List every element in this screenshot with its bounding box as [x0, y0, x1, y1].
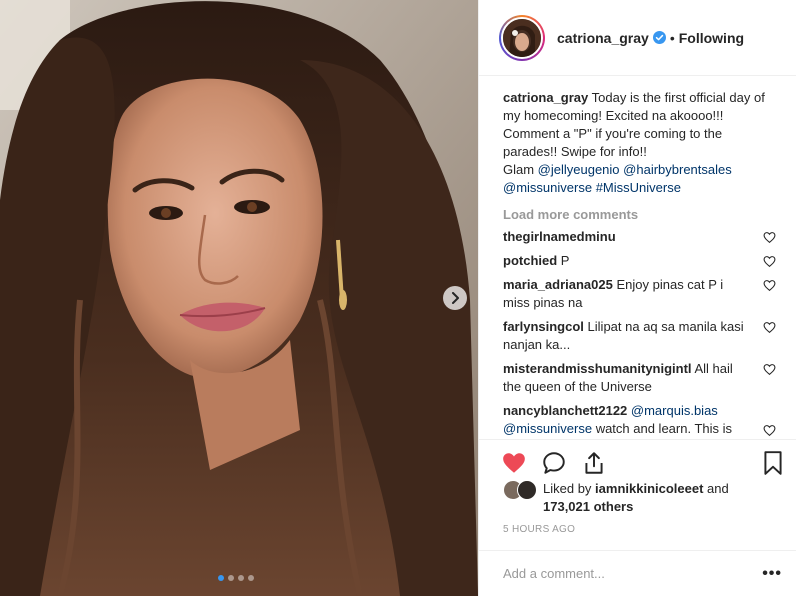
avatar: [517, 480, 537, 500]
post-media[interactable]: [0, 0, 478, 596]
comment-text: watch and learn. This is: [595, 421, 733, 436]
action-bar: [479, 439, 796, 479]
likes-and: and: [703, 481, 729, 496]
bookmark-icon[interactable]: [760, 450, 786, 476]
comment-icon[interactable]: [541, 450, 567, 476]
comment-item: thegirlnamedminu: [503, 228, 776, 246]
post-timestamp[interactable]: 5 HOURS AGO: [503, 524, 575, 535]
liker-username[interactable]: iamnikkinicoleeet: [595, 481, 703, 496]
post-photo: [0, 0, 478, 596]
add-comment-bar: •••: [479, 550, 796, 596]
instagram-post: catriona_gray • Following catriona_gray …: [0, 0, 796, 596]
post-caption: catriona_gray Today is the first officia…: [503, 89, 776, 197]
carousel-dot: [228, 575, 234, 581]
share-icon[interactable]: [581, 450, 607, 476]
comment-item: nancyblanchett2122 @marquis.bias @missun…: [503, 402, 776, 438]
comment-username[interactable]: thegirlnamedminu: [503, 229, 616, 244]
like-comment-heart-icon[interactable]: [763, 363, 776, 376]
like-comment-heart-icon[interactable]: [763, 321, 776, 334]
like-comment-heart-icon[interactable]: [763, 424, 776, 437]
comment-username[interactable]: potchied: [503, 253, 557, 268]
post-header: catriona_gray • Following: [479, 0, 796, 76]
caption-username[interactable]: catriona_gray: [503, 90, 588, 105]
load-more-comments-button[interactable]: Load more comments: [503, 207, 776, 222]
like-comment-heart-icon[interactable]: [763, 231, 776, 244]
mention-link[interactable]: @jellyeugenio: [538, 162, 620, 177]
like-comment-heart-icon[interactable]: [763, 255, 776, 268]
caption-emoji: P: [578, 126, 588, 141]
heart-icon[interactable]: [501, 450, 527, 476]
caption-glam-label: Glam: [503, 162, 538, 177]
following-button[interactable]: Following: [679, 30, 744, 46]
comment-item: misterandmisshumanitynigintl All hail th…: [503, 360, 776, 396]
avatar-image: [503, 18, 541, 57]
liked-by-prefix: Liked by: [543, 481, 596, 496]
liker-avatars[interactable]: [503, 480, 539, 500]
likes-summary: Liked by iamnikkinicoleeet and 173,021 o…: [503, 480, 793, 516]
more-options-button[interactable]: •••: [762, 565, 782, 583]
avatar[interactable]: [499, 14, 545, 61]
next-slide-button[interactable]: [443, 286, 467, 310]
comment-item: potchied P: [503, 252, 776, 270]
carousel-indicator: [218, 575, 254, 581]
comment-text: P: [560, 253, 570, 268]
carousel-dot: [218, 575, 224, 581]
hashtag-link[interactable]: #MissUniverse: [596, 180, 681, 195]
carousel-dot: [238, 575, 244, 581]
post-sidebar: catriona_gray • Following catriona_gray …: [478, 0, 796, 596]
mention-link[interactable]: @missuniverse: [503, 421, 592, 436]
comment-username[interactable]: farlynsingcol: [503, 319, 584, 334]
mention-link[interactable]: @marquis.bias: [631, 403, 718, 418]
comments-section[interactable]: catriona_gray Today is the first officia…: [479, 77, 796, 439]
comment-item: maria_adriana025 Enjoy pinas cat P i mis…: [503, 276, 776, 312]
chevron-right-icon: [452, 292, 459, 304]
likes-count[interactable]: 173,021 others: [543, 499, 633, 514]
comment-username[interactable]: misterandmisshumanitynigintl: [503, 361, 692, 376]
mention-link[interactable]: @missuniverse: [503, 180, 592, 195]
like-comment-heart-icon[interactable]: [763, 279, 776, 292]
comment-username[interactable]: maria_adriana025: [503, 277, 613, 292]
carousel-dot: [248, 575, 254, 581]
verified-badge-icon: [652, 31, 666, 44]
caption-text: Comment a ": [503, 126, 579, 141]
separator-bullet: •: [669, 29, 675, 46]
comment-input[interactable]: [503, 566, 763, 581]
comment-username[interactable]: nancyblanchett2122: [503, 403, 627, 418]
comment-item: farlynsingcol Lilipat na aq sa manila ka…: [503, 318, 776, 354]
header-username[interactable]: catriona_gray: [557, 30, 649, 46]
mention-link[interactable]: @hairbybrentsales: [623, 162, 732, 177]
